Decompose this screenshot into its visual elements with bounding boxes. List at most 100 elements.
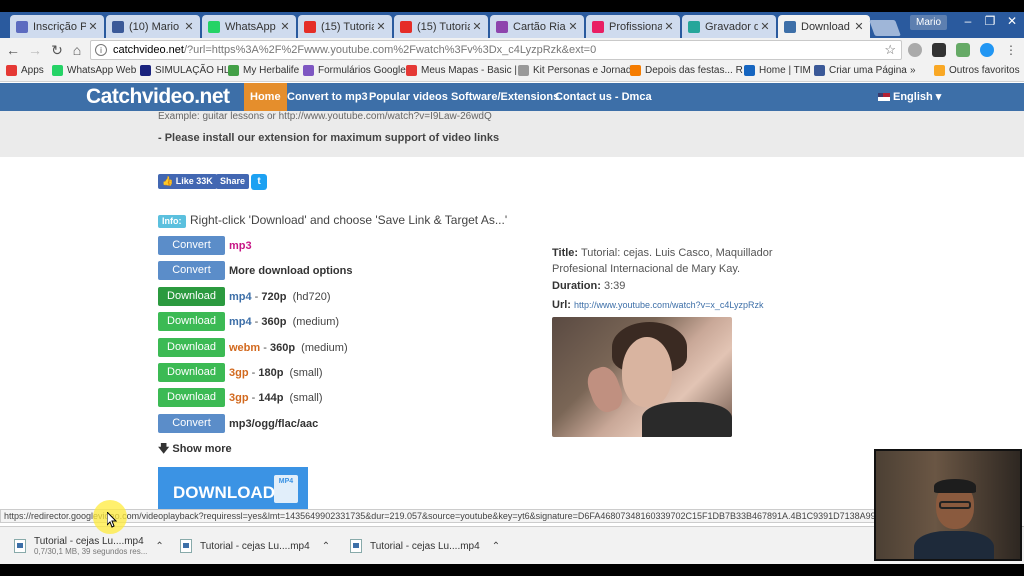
close-icon[interactable]: ✕ — [566, 20, 580, 33]
close-icon[interactable]: ✕ — [182, 20, 196, 33]
more-bookmarks-icon[interactable]: » — [910, 65, 916, 76]
info-icon[interactable]: i — [95, 44, 107, 56]
download-item[interactable]: Tutorial - cejas Lu....mp4 0,7/30,1 MB, 3… — [14, 533, 164, 559]
tab-title: (10) Mario T... — [129, 20, 182, 33]
site-logo[interactable]: Catchvideo.net — [86, 85, 230, 109]
chevron-up-icon[interactable]: ⌃ — [155, 541, 163, 552]
chevron-down-icon: ▾ — [935, 91, 942, 103]
extension-icon[interactable] — [980, 43, 994, 57]
convert-button[interactable]: Convert — [158, 261, 225, 280]
bookmark-item[interactable]: Kit Personas e Jornad — [518, 65, 631, 76]
maximize-icon[interactable]: ❐ — [980, 14, 1000, 28]
close-icon[interactable]: ✕ — [758, 20, 772, 33]
format-label: mp3/ogg/flac/aac — [229, 417, 319, 430]
bookmark-item[interactable]: WhatsApp Web — [52, 65, 136, 76]
download-button[interactable]: Download — [158, 287, 225, 306]
format-label: 3gp — [229, 366, 249, 379]
recorder-icon — [688, 20, 700, 33]
tab-4[interactable]: (15) Tutorial... ✕ — [394, 15, 488, 38]
letterbox-bottom — [0, 564, 1024, 576]
reload-icon[interactable]: ↻ — [48, 41, 66, 59]
twitter-icon[interactable]: t — [251, 174, 267, 190]
download-option-row: Download mp4 - 360p (medium) — [158, 312, 339, 331]
us-flag-icon — [878, 93, 890, 102]
download-item[interactable]: Tutorial - cejas Lu....mp4 ⌃ — [350, 533, 500, 559]
apps-icon — [6, 65, 17, 76]
download-option-row: Download webm - 360p (medium) — [158, 338, 348, 357]
bookmarks-bar: Apps WhatsApp Web SIMULAÇÃO HL My Herbal… — [0, 62, 1024, 82]
tab-title: (15) Tutorial... — [417, 20, 470, 33]
extension-icon[interactable] — [956, 43, 970, 57]
bookmark-item[interactable]: Apps — [6, 65, 44, 76]
close-icon[interactable]: ✕ — [852, 20, 866, 33]
convert-button[interactable]: Convert — [158, 236, 225, 255]
tab-7[interactable]: Gravador de... ✕ — [682, 15, 776, 38]
bookmark-item[interactable]: Meus Mapas - Basic | — [406, 65, 517, 76]
file-icon — [14, 539, 26, 553]
forward-icon[interactable]: → — [26, 41, 44, 59]
download-item[interactable]: Tutorial - cejas Lu....mp4 ⌃ — [180, 533, 330, 559]
back-icon[interactable]: ← — [4, 41, 22, 59]
tab-8-active[interactable]: Download o... ✕ — [778, 15, 870, 38]
tab-5[interactable]: Cartão Riach... ✕ — [490, 15, 584, 38]
extension-icon[interactable] — [932, 43, 946, 57]
facebook-like-button[interactable]: 👍 Like 33K — [158, 174, 217, 189]
close-icon[interactable]: ✕ — [86, 20, 100, 33]
window-close-icon[interactable]: ✕ — [1002, 14, 1022, 28]
convert-button[interactable]: Convert — [158, 414, 225, 433]
search-band — [0, 111, 1024, 157]
bookmark-item[interactable]: SIMULAÇÃO HL — [140, 65, 229, 76]
facebook-share-button[interactable]: Share — [216, 174, 250, 189]
video-url-link[interactable]: http://www.youtube.com/watch?v=x_c4LyzpR… — [574, 300, 764, 310]
menu-icon[interactable]: ⋮ — [1002, 41, 1020, 59]
tab-3[interactable]: (15) Tutorial... ✕ — [298, 15, 392, 38]
extension-icon[interactable] — [908, 43, 922, 57]
close-icon[interactable]: ✕ — [470, 20, 484, 33]
tab-6[interactable]: Profissional... ✕ — [586, 15, 680, 38]
bookmark-item[interactable]: Criar uma Página — [814, 65, 907, 76]
download-option-row: Convert mp3 — [158, 236, 252, 255]
address-bar[interactable]: i catchvideo.net/?url=https%3A%2F%2Fwww.… — [90, 40, 902, 60]
bookmark-item[interactable]: Home | TIM — [744, 65, 811, 76]
browser-toolbar: ← → ↻ ⌂ i catchvideo.net/?url=https%3A%2… — [0, 38, 1024, 62]
nav-contact[interactable]: Contact us - Dmca — [549, 83, 658, 111]
download-button[interactable]: Download — [158, 363, 225, 382]
new-tab-button[interactable] — [869, 20, 901, 36]
video-duration: Duration: 3:39 — [552, 280, 626, 292]
tab-title: Cartão Riach... — [513, 20, 566, 33]
home-icon[interactable]: ⌂ — [68, 41, 86, 59]
form-icon — [16, 20, 28, 33]
download-button[interactable]: Download — [158, 312, 225, 331]
bookmark-item[interactable]: Formulários Google — [303, 65, 406, 76]
close-icon[interactable]: ✕ — [662, 20, 676, 33]
chevron-up-icon[interactable]: ⌃ — [322, 541, 330, 552]
video-url: Url: http://www.youtube.com/watch?v=x_c4… — [552, 299, 764, 311]
bookmark-item[interactable]: My Herbalife — [228, 65, 299, 76]
tab-1[interactable]: (10) Mario T... ✕ — [106, 15, 200, 38]
format-label: mp4 — [229, 290, 252, 303]
language-select[interactable]: English ▾ — [878, 83, 941, 111]
catchvideo-icon — [784, 20, 796, 33]
show-more-link[interactable]: 🡇 Show more — [158, 440, 232, 459]
downloads-shelf: Tutorial - cejas Lu....mp4 0,7/30,1 MB, 3… — [0, 526, 1024, 564]
profile-button[interactable]: Mario — [910, 15, 948, 30]
download-button[interactable]: Download — [158, 388, 225, 407]
close-icon[interactable]: ✕ — [374, 20, 388, 33]
tab-2[interactable]: WhatsApp ✕ — [202, 15, 296, 38]
bookmark-icon — [140, 65, 151, 76]
bookmark-item[interactable]: Outros favoritos — [934, 65, 1020, 76]
nav-software[interactable]: Software/Extensions — [445, 83, 565, 111]
nav-popular-videos[interactable]: Popular videos — [363, 83, 454, 111]
tab-0[interactable]: Inscrição Pr... ✕ — [10, 15, 104, 38]
bookmark-item[interactable]: Depois das festas... R — [630, 65, 743, 76]
bookmark-star-icon[interactable]: ☆ — [884, 42, 896, 58]
tab-title: Gravador de... — [705, 20, 758, 33]
nav-convert-mp3[interactable]: Convert to mp3 — [281, 83, 374, 111]
close-icon[interactable]: ✕ — [278, 20, 292, 33]
chevron-up-icon[interactable]: ⌃ — [492, 541, 500, 552]
forms-icon — [303, 65, 314, 76]
minimize-icon[interactable]: – — [958, 14, 978, 28]
big-download-button[interactable]: DOWNLOAD MP4 — [158, 467, 308, 509]
info-badge: Info: — [158, 215, 186, 228]
download-button[interactable]: Download — [158, 338, 225, 357]
